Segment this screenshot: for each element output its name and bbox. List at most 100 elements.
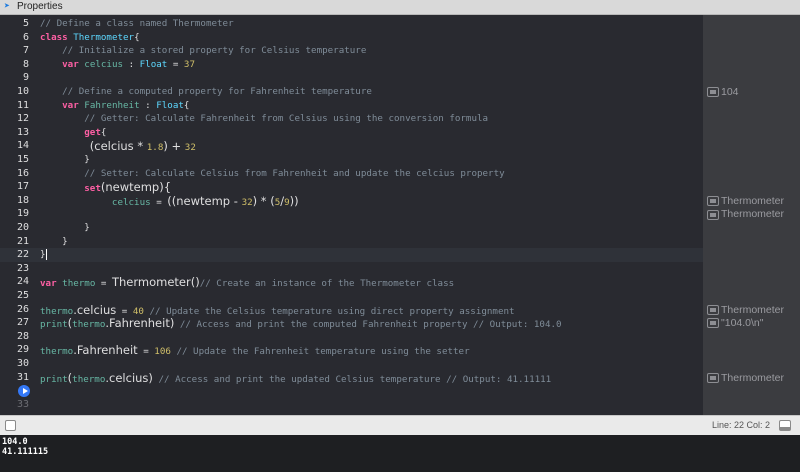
result-value[interactable]: Thermometer (707, 195, 784, 207)
code-line[interactable]: 30 (0, 357, 703, 371)
line-number: 7 (22, 45, 29, 57)
code-line[interactable]: 33 (0, 398, 703, 412)
code-line[interactable]: 15 } (0, 153, 703, 167)
quick-look-icon[interactable] (707, 209, 719, 220)
result-text: "104.0\n" (721, 317, 764, 330)
code-line[interactable]: 10 // Define a computed property for Fah… (0, 85, 703, 99)
code-token: 32 (241, 196, 253, 208)
code-token: ((newtemp - (167, 193, 242, 208)
code-line[interactable]: 6 class Thermometer{ (0, 31, 703, 45)
code-token: 37 (183, 58, 195, 70)
code-line[interactable]: 13 get{ (0, 126, 703, 140)
code-line[interactable]: 14 (celcius * 1.8) + 32 (0, 139, 703, 153)
run-icon[interactable] (18, 385, 30, 398)
toggle-navigator-icon[interactable] (5, 420, 16, 431)
code-line[interactable]: 11 var Fahrenheit : Float{ (0, 99, 703, 113)
code-line[interactable]: 5 // Define a class named Thermometer (0, 17, 703, 31)
code-line[interactable]: 27 print(thermo.Fahrenheit) // Access and… (0, 316, 703, 330)
code-line[interactable]: 31 print(thermo.celcius) // Access and pr… (0, 371, 703, 385)
code-line[interactable]: 19 (0, 207, 703, 221)
code-token: var (40, 278, 57, 290)
code-token: celcius (84, 58, 124, 70)
code-line[interactable]: 20 } (0, 221, 703, 235)
code-line[interactable]: 16 // Setter: Calculate Celsius from Fah… (0, 167, 703, 181)
line-number: 10 (16, 86, 29, 97)
line-number: 30 (16, 358, 29, 369)
code-line[interactable]: 28 (0, 330, 703, 344)
line-number: 15 (16, 154, 29, 165)
code-line[interactable]: 8 var celcius : Float = 37 (0, 58, 703, 72)
line-number: 28 (16, 330, 29, 342)
code-text: // Setter: Calculate Celsius from Fahren… (40, 167, 504, 181)
result-text: Thermometer (721, 194, 785, 207)
quick-look-icon[interactable] (707, 372, 719, 383)
result-value[interactable]: Thermometer (707, 304, 784, 316)
code-line[interactable]: 29 thermo.Fahrenheit = 106 // Update the … (0, 343, 703, 357)
code-token: var (62, 99, 79, 111)
code-token: // Access and print the computed Fahrenh… (179, 319, 562, 331)
line-number: 13 (16, 126, 29, 138)
code-token: get (84, 126, 101, 138)
code-line[interactable]: 22} (0, 248, 703, 263)
line-number: 25 (16, 290, 29, 301)
line-number: 31 (16, 371, 29, 383)
quick-look-icon[interactable] (707, 304, 719, 315)
line-number: 21 (16, 235, 29, 247)
code-token: thermo (72, 373, 106, 385)
code-text: // Getter: Calculate Fahrenheit from Cel… (40, 112, 488, 126)
code-token: = (167, 58, 184, 70)
code-token: celcius (111, 196, 151, 208)
code-token: 40 (132, 305, 144, 317)
code-token: : (139, 99, 157, 111)
code-text: class Thermometer{ (40, 31, 140, 45)
code-line[interactable]: 24 var thermo = Thermometer()// Create an… (0, 275, 703, 289)
code-line[interactable]: 25 (0, 289, 703, 303)
status-bar: Line: 22 Col: 2 (0, 415, 800, 435)
result-value[interactable]: Thermometer (707, 372, 784, 384)
code-token: (celcius * (89, 139, 147, 154)
code-token: } (40, 154, 90, 165)
code-line[interactable]: 26 thermo.celcius = 40 // Update the Cels… (0, 303, 703, 317)
result-text: Thermometer (721, 371, 785, 384)
code-text: // Define a class named Thermometer (40, 17, 234, 31)
title-bar: ➤ Properties (0, 0, 800, 15)
code-token: // Define a class named Thermometer (40, 18, 234, 29)
result-value[interactable]: "104.0\n" (707, 317, 764, 329)
result-text: Thermometer (721, 208, 785, 221)
code-token: // Update the Celsius temperature using … (149, 305, 515, 317)
code-token: = (116, 305, 133, 317)
line-number: 33 (16, 398, 29, 410)
code-token: set (84, 183, 101, 195)
code-line[interactable]: 18 celcius = ((newtemp - 32) * (5/9)) (0, 194, 703, 208)
quick-look-icon[interactable] (707, 196, 719, 207)
result-value[interactable]: 104 (707, 86, 739, 98)
quick-look-icon[interactable] (707, 318, 719, 329)
quick-look-icon[interactable] (707, 87, 719, 98)
code-token: Thermometer (73, 31, 135, 43)
line-number: 29 (16, 344, 29, 356)
result-value[interactable]: Thermometer (707, 208, 784, 220)
code-line[interactable]: 9 (0, 71, 703, 85)
code-text: var Fahrenheit : Float{ (40, 99, 189, 113)
code-line[interactable]: 7 // Initialize a stored property for Ce… (0, 44, 703, 58)
code-token: ) + (163, 139, 185, 154)
code-token: print (40, 319, 68, 331)
code-token: // Initialize a stored property for Cels… (62, 45, 367, 57)
code-token: { (134, 31, 140, 43)
code-line[interactable] (0, 384, 703, 398)
line-number: 8 (22, 58, 29, 70)
code-line[interactable]: 23 (0, 262, 703, 276)
code-token: Fahrenheit (84, 99, 140, 111)
code-line[interactable]: 12 // Getter: Calculate Fahrenheit from … (0, 112, 703, 126)
code-line[interactable]: 17 set(newtemp){ (0, 180, 703, 194)
line-number: 6 (22, 31, 29, 43)
code-token: 106 (154, 346, 171, 358)
code-token: : (123, 58, 140, 70)
toggle-console-icon[interactable] (779, 420, 791, 431)
code-line[interactable]: 21 } (0, 235, 703, 249)
